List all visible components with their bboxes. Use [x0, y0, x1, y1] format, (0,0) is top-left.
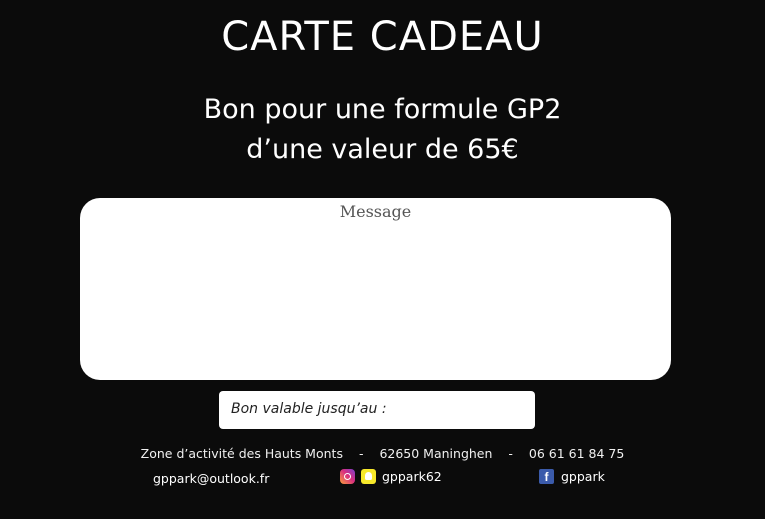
- card-title: CARTE CADEAU: [221, 14, 544, 60]
- message-box[interactable]: Message: [80, 198, 671, 380]
- social-instagram-snapchat: gppark62: [340, 469, 442, 484]
- postal-code: 62650 Maninghen: [379, 446, 493, 461]
- facebook-icon: f: [539, 469, 554, 484]
- validity-label: Bon valable jusqu’au :: [231, 401, 387, 417]
- phone-number: 06 61 61 84 75: [528, 446, 625, 461]
- message-label: Message: [339, 202, 412, 221]
- footer-address-line: Zone d’activité des Hauts Monts - 62650 …: [0, 446, 765, 461]
- instagram-icon: [340, 469, 355, 484]
- facebook-handle: gppark: [561, 469, 605, 484]
- gift-card: CARTE CADEAU Bon pour une formule GP2 d’…: [0, 0, 765, 519]
- snapchat-icon: [361, 469, 376, 484]
- separator: -: [358, 446, 364, 461]
- instagram-handle: gppark62: [382, 469, 442, 484]
- offer-line-2: d’une valeur de 65€: [246, 134, 519, 165]
- address: Zone d’activité des Hauts Monts: [140, 446, 343, 461]
- offer-line-1: Bon pour une formule GP2: [203, 94, 562, 125]
- social-facebook: f gppark: [539, 469, 605, 484]
- validity-box[interactable]: Bon valable jusqu’au :: [219, 391, 535, 429]
- offer-text: Bon pour une formule GP2 d’une valeur de…: [0, 90, 765, 170]
- email-address: gppark@outlook.fr: [153, 471, 270, 486]
- separator: -: [508, 446, 513, 461]
